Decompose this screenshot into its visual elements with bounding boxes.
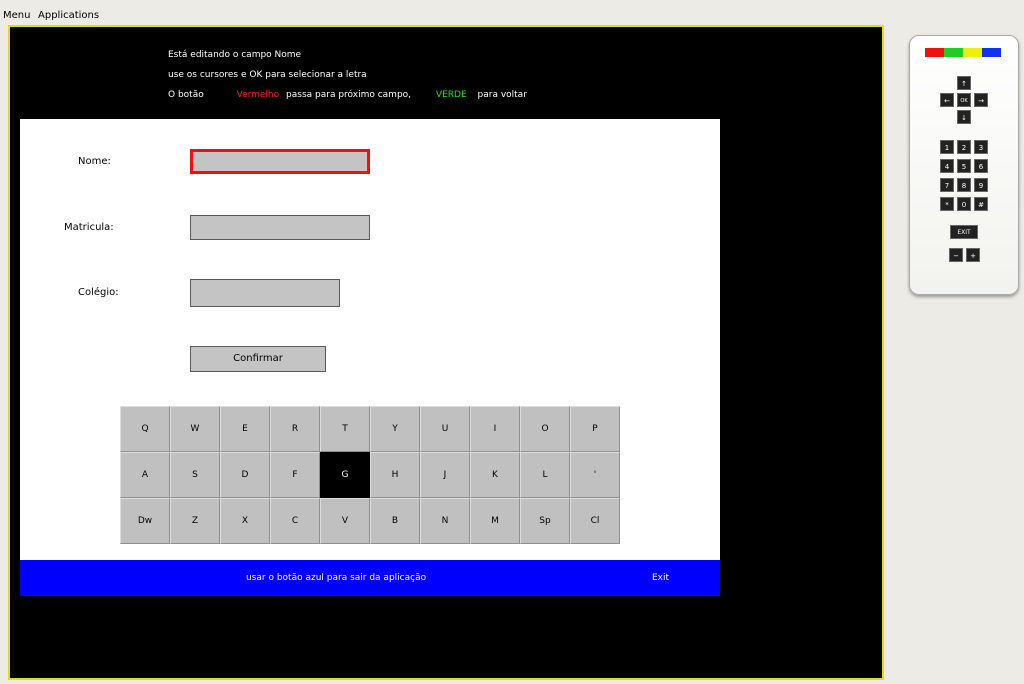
blue-color-button[interactable] <box>982 48 1001 57</box>
keypad-2-button[interactable]: 2 <box>957 140 971 154</box>
ok-button[interactable]: OK <box>957 93 971 107</box>
keypad-1-button[interactable]: 1 <box>940 140 954 154</box>
keypad-star-button[interactable]: * <box>940 197 954 211</box>
key-f[interactable]: F <box>270 452 320 498</box>
key-t[interactable]: T <box>320 406 370 452</box>
menu-item-applications[interactable]: Applications <box>38 10 99 22</box>
key-o[interactable]: O <box>520 406 570 452</box>
key-z[interactable]: Z <box>170 498 220 544</box>
virtual-keyboard: Q W E R T Y U I O P A S D F G H J K L ' Dw Z X C V B N M Sp Cl <box>120 406 620 544</box>
key-b[interactable]: B <box>370 498 420 544</box>
instruction-prefix: O botão <box>168 90 204 100</box>
key-u[interactable]: U <box>420 406 470 452</box>
arrow-right-button[interactable]: → <box>974 93 988 107</box>
keypad-0-button[interactable]: 0 <box>957 197 971 211</box>
arrow-left-button[interactable]: ← <box>940 93 954 107</box>
key-m[interactable]: M <box>470 498 520 544</box>
key-g[interactable]: G <box>320 452 370 498</box>
keypad-hash-button[interactable]: # <box>974 197 988 211</box>
key-p[interactable]: P <box>570 406 620 452</box>
remote-exit-button[interactable]: EXIT <box>950 225 978 239</box>
keypad-3-button[interactable]: 3 <box>974 140 988 154</box>
remote-control: ↑ ← OK → ↓ 1 2 3 4 5 6 7 8 9 * 0 # EXIT − + <box>909 35 1019 295</box>
arrow-down-button[interactable]: ↓ <box>957 110 971 124</box>
key-c[interactable]: C <box>270 498 320 544</box>
keypad-8-button[interactable]: 8 <box>957 178 971 192</box>
key-d[interactable]: D <box>220 452 270 498</box>
volume-plus-button[interactable]: + <box>966 248 980 262</box>
instruction-line-1: Está editando o campo Nome <box>168 50 302 60</box>
arrow-up-button[interactable]: ↑ <box>957 76 971 90</box>
key-h[interactable]: H <box>370 452 420 498</box>
key-apostrophe[interactable]: ' <box>570 452 620 498</box>
keypad-5-button[interactable]: 5 <box>957 159 971 173</box>
key-y[interactable]: Y <box>370 406 420 452</box>
key-s[interactable]: S <box>170 452 220 498</box>
colegio-field[interactable] <box>190 279 340 307</box>
nome-field[interactable] <box>190 149 370 174</box>
key-dw[interactable]: Dw <box>120 498 170 544</box>
key-l[interactable]: L <box>520 452 570 498</box>
red-color-button[interactable] <box>925 48 944 57</box>
key-x[interactable]: X <box>220 498 270 544</box>
key-sp[interactable]: Sp <box>520 498 570 544</box>
exit-label[interactable]: Exit <box>652 572 669 584</box>
key-k[interactable]: K <box>470 452 520 498</box>
key-n[interactable]: N <box>420 498 470 544</box>
key-a[interactable]: A <box>120 452 170 498</box>
green-word: VERDE <box>435 90 467 100</box>
yellow-color-button[interactable] <box>963 48 982 57</box>
keypad-4-button[interactable]: 4 <box>940 159 954 173</box>
footer-bar: usar o botão azul para sair da aplicação… <box>20 560 720 596</box>
key-q[interactable]: Q <box>120 406 170 452</box>
key-cl[interactable]: Cl <box>570 498 620 544</box>
keypad-9-button[interactable]: 9 <box>974 178 988 192</box>
confirm-button[interactable]: Confirmar <box>190 346 326 372</box>
tv-screen: Está editando o campo Nome use os cursor… <box>8 25 884 680</box>
menu-bar: Menu Applications <box>0 0 1024 24</box>
key-i[interactable]: I <box>470 406 520 452</box>
instruction-suffix: para voltar <box>477 90 527 100</box>
green-color-button[interactable] <box>944 48 963 57</box>
key-v[interactable]: V <box>320 498 370 544</box>
keypad-7-button[interactable]: 7 <box>940 178 954 192</box>
nome-label: Nome: <box>78 156 111 167</box>
instruction-line-3: O botão Vermelho passa para próximo camp… <box>168 90 527 101</box>
footer-hint: usar o botão azul para sair da aplicação <box>246 573 427 583</box>
colegio-label: Colégio: <box>78 287 119 298</box>
key-w[interactable]: W <box>170 406 220 452</box>
key-e[interactable]: E <box>220 406 270 452</box>
volume-minus-button[interactable]: − <box>949 248 963 262</box>
key-r[interactable]: R <box>270 406 320 452</box>
matricula-label: Matricula: <box>64 222 114 233</box>
key-j[interactable]: J <box>420 452 470 498</box>
menu-item-menu[interactable]: Menu <box>3 10 30 22</box>
matricula-field[interactable] <box>190 215 370 240</box>
form-panel: Nome: Matricula: Colégio: Confirmar QWER… <box>20 119 720 560</box>
instruction-middle: passa para próximo campo, <box>286 90 412 100</box>
red-word: Vermelho <box>236 90 280 100</box>
instruction-line-2: use os cursores e OK para selecionar a l… <box>168 70 367 80</box>
keypad-6-button[interactable]: 6 <box>974 159 988 173</box>
